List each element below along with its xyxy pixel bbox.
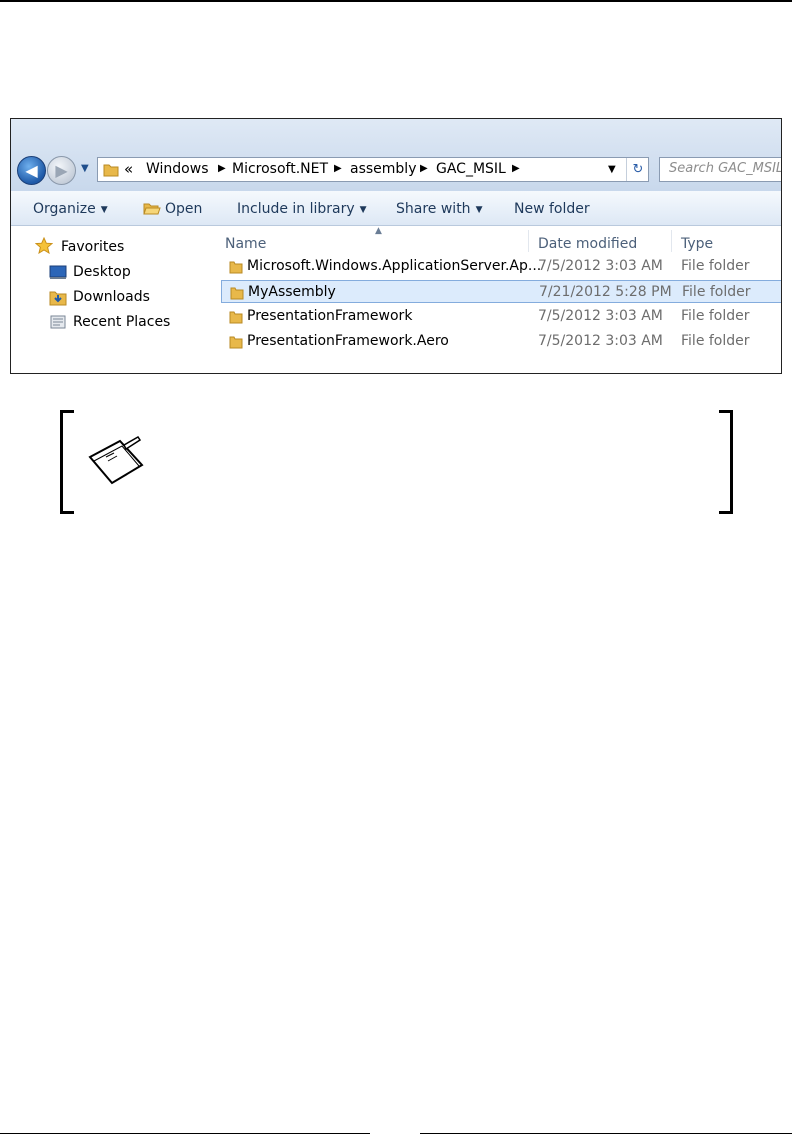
organize-button[interactable]: Organize ▼ [33, 201, 108, 217]
address-dropdown-icon[interactable]: ▼ [608, 164, 616, 175]
column-divider[interactable] [528, 230, 529, 252]
nav-desktop[interactable]: Desktop [73, 264, 131, 280]
file-date: 7/5/2012 3:03 AM [538, 258, 663, 274]
desktop-icon [49, 265, 67, 279]
forward-button[interactable]: ▶ [47, 156, 76, 185]
share-label: Share with [396, 201, 471, 217]
explorer-window: ◀ ▶ ▼ « Windows ▶ Microsoft.NET ▶ assemb… [10, 118, 782, 374]
note-bracket-left [60, 410, 74, 514]
breadcrumb-assembly[interactable]: assembly [350, 161, 416, 177]
file-date: 7/5/2012 3:03 AM [538, 333, 663, 349]
open-label: Open [165, 201, 203, 217]
forward-arrow-icon: ▶ [55, 161, 68, 180]
folder-icon [230, 287, 244, 300]
breadcrumb-microsoft-net[interactable]: Microsoft.NET [232, 161, 328, 177]
include-in-library-button[interactable]: Include in library ▼ [237, 201, 367, 217]
column-header-name[interactable]: Name [225, 236, 266, 252]
back-arrow-icon: ◀ [25, 161, 38, 180]
organize-label: Organize [33, 201, 96, 217]
command-bar: Organize ▼ Open Include in library ▼ Share… [11, 191, 781, 226]
note-bracket-right [719, 410, 733, 514]
file-date: 7/21/2012 5:28 PM [539, 284, 672, 300]
table-row[interactable]: Microsoft.Windows.ApplicationServer.Ap..… [221, 255, 781, 278]
nav-favorites[interactable]: Favorites [61, 239, 124, 255]
chevron-down-icon: ▼ [359, 205, 367, 215]
title-bar: ◀ ▶ ▼ « Windows ▶ Microsoft.NET ▶ assemb… [11, 119, 781, 191]
file-date: 7/5/2012 3:03 AM [538, 308, 663, 324]
file-name: PresentationFramework.Aero [247, 333, 449, 349]
file-type: File folder [681, 308, 750, 324]
share-with-button[interactable]: Share with ▼ [396, 201, 482, 217]
file-name: MyAssembly [248, 284, 336, 300]
file-name: PresentationFramework [247, 308, 413, 324]
table-row-selected[interactable]: MyAssembly 7/21/2012 5:28 PM File folder [221, 280, 781, 303]
back-button[interactable]: ◀ [17, 156, 46, 185]
sort-ascending-icon: ▲ [375, 226, 382, 236]
notes-icon [88, 436, 144, 485]
file-type: File folder [681, 333, 750, 349]
folder-icon [229, 336, 243, 349]
include-label: Include in library [237, 201, 355, 217]
recent-pages-dropdown[interactable]: ▼ [81, 163, 89, 174]
table-row[interactable]: PresentationFramework 7/5/2012 3:03 AM F… [221, 305, 781, 328]
chevron-right-icon[interactable]: ▶ [512, 163, 520, 174]
footer-rule-left [0, 1133, 370, 1134]
top-rule [0, 0, 792, 2]
chevron-right-icon[interactable]: ▶ [420, 163, 428, 174]
star-icon [35, 237, 53, 254]
nav-downloads[interactable]: Downloads [73, 289, 150, 305]
refresh-icon[interactable]: ↻ [626, 158, 649, 181]
chevron-right-icon[interactable]: ▶ [334, 163, 342, 174]
nav-recent-places[interactable]: Recent Places [73, 314, 170, 330]
column-header-type[interactable]: Type [681, 236, 713, 252]
open-folder-icon [143, 203, 161, 215]
file-type: File folder [682, 284, 751, 300]
navigation-pane: Favorites Desktop Downloads Recent Place… [11, 226, 211, 373]
file-type: File folder [681, 258, 750, 274]
address-bar[interactable]: « Windows ▶ Microsoft.NET ▶ assembly ▶ G… [97, 157, 649, 182]
breadcrumb-windows[interactable]: Windows [146, 161, 209, 177]
breadcrumb-gac-msil[interactable]: GAC_MSIL [436, 161, 506, 177]
footer-rule-right [420, 1133, 792, 1134]
chevron-right-icon[interactable]: ▶ [218, 163, 226, 174]
search-input[interactable]: Search GAC_MSIL [659, 157, 781, 182]
open-button[interactable]: Open [143, 201, 202, 217]
file-list: ▲ Name Date modified Type Microsoft.Wind… [215, 226, 781, 373]
downloads-icon [49, 291, 67, 306]
file-name: Microsoft.Windows.ApplicationServer.Ap..… [247, 258, 542, 274]
column-header-date[interactable]: Date modified [538, 236, 637, 252]
breadcrumb-overflow[interactable]: « [124, 160, 133, 178]
folder-icon [229, 311, 243, 324]
folder-icon [103, 164, 119, 177]
chevron-down-icon: ▼ [100, 205, 108, 215]
chevron-down-icon: ▼ [475, 205, 483, 215]
column-divider[interactable] [671, 230, 672, 252]
recent-places-icon [50, 315, 66, 329]
table-row[interactable]: PresentationFramework.Aero 7/5/2012 3:03… [221, 330, 781, 353]
new-folder-button[interactable]: New folder [514, 201, 590, 217]
folder-icon [229, 261, 243, 274]
